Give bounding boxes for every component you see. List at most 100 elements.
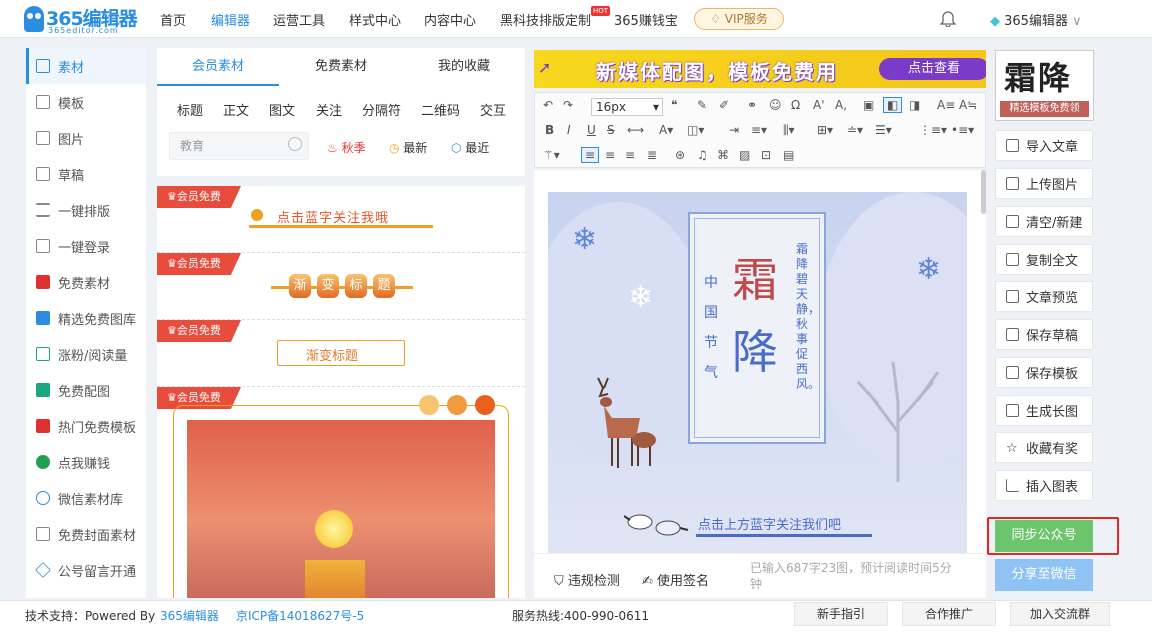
nav-editor[interactable]: 编辑器 [211,10,250,29]
align-right-icon[interactable]: ≡ [625,148,635,162]
copy-all-button[interactable]: 复制全文 [995,244,1093,275]
logo[interactable]: 365编辑器 365editor.com [24,4,138,35]
share-wechat-button[interactable]: 分享至微信 [995,559,1093,591]
icp-link[interactable]: 京ICP备14018627号-5 [236,607,364,624]
import-article-button[interactable]: 导入文章 [995,130,1093,161]
font-size-select[interactable]: 16px ▾ [591,98,663,116]
letter-spacing-icon[interactable]: ⫼▾ [783,123,795,138]
font-grow-icon[interactable]: A' [813,98,825,112]
insert-chart-button[interactable]: 插入图表 [995,470,1093,501]
sidebar-item-comments[interactable]: 公号留言开通 [26,552,146,588]
float-left-icon[interactable]: ◧ [883,97,903,113]
sidebar-item-templates[interactable]: 模板 [26,84,146,120]
long-image-button[interactable]: 生成长图 [995,395,1093,426]
eraser-icon[interactable]: ✐ [719,98,729,112]
save-template-button[interactable]: 保存模板 [995,357,1093,388]
italic-icon[interactable]: I [567,123,571,137]
tab-member-materials[interactable]: 会员素材 [157,48,279,86]
sidebar-item-covers[interactable]: 免费封面素材 [26,516,146,552]
category-qrcode[interactable]: 二维码 [421,100,460,119]
vip-button[interactable]: ♢ VIP服务 [694,8,784,30]
chip-autumn[interactable]: ♨ 秋季 [327,139,366,156]
category-interactive[interactable]: 交互 [480,100,506,119]
nav-home[interactable]: 首页 [160,10,186,29]
special-char-icon[interactable]: Ω [791,98,800,112]
editor-scrollbar[interactable] [981,170,986,214]
insert-image-icon[interactable]: ▨ [739,148,750,162]
bell-icon[interactable] [940,9,956,27]
join-group-button[interactable]: 加入交流群 [1010,602,1110,626]
list-item[interactable]: ♛会员免费 渐 变 标 题 [157,253,525,320]
preview-button[interactable]: 文章预览 [995,281,1093,312]
promo-banner[interactable]: ➚ 新媒体配图，模板免费用 点击查看 [534,50,986,88]
tab-free-materials[interactable]: 免费素材 [280,48,402,86]
ordered-list-icon[interactable]: ⋮≡▾ [919,123,947,137]
bold-icon[interactable]: B [545,123,554,137]
magic-wand-icon[interactable]: ⚚▾ [543,148,560,162]
chip-recent[interactable]: ⬡ 最近 [451,139,489,156]
music-icon[interactable]: ♫ [697,148,708,162]
align-menu-icon[interactable]: ☰▾ [875,123,892,137]
float-right-icon[interactable]: ◨ [909,98,920,112]
translate-icon[interactable]: A≡ [937,98,955,112]
map-icon[interactable]: ⌘ [717,148,729,162]
signature-button[interactable]: ✍ 使用签名 [642,570,709,589]
quote-icon[interactable]: ❝ [671,98,677,112]
category-body[interactable]: 正文 [223,100,249,119]
format-brush-icon[interactable]: ✎ [697,98,707,112]
nav-styles[interactable]: 样式中心 [349,10,401,29]
sidebar-item-drafts[interactable]: 草稿 [26,156,146,192]
link-icon[interactable]: ⚭ [747,98,757,112]
undo-icon[interactable]: ↶ [543,98,553,112]
sidebar-item-hot-templates[interactable]: 热门免费模板 [26,408,146,444]
align-left-icon[interactable]: ≡ [581,147,600,163]
sidebar-item-free-materials[interactable]: 免费素材 [26,264,146,300]
redo-icon[interactable]: ↷ [563,98,573,112]
line-height-icon[interactable]: ≡▾ [751,123,767,137]
font-shrink-icon[interactable]: A, [835,98,847,112]
chip-newest[interactable]: ◷ 最新 [389,139,427,156]
sidebar-item-gallery[interactable]: 精选免费图库 [26,300,146,336]
sidebar-item-materials[interactable]: 素材 [26,48,146,84]
border-icon[interactable]: ◫▾ [687,123,704,137]
guide-button[interactable]: 新手指引 [794,602,888,626]
nav-tools[interactable]: 运营工具 [273,10,325,29]
sidebar-item-fans[interactable]: 涨粉/阅读量 [26,336,146,372]
sidebar-item-wechat[interactable]: 微信素材库 [26,480,146,516]
save-draft-button[interactable]: 保存草稿 [995,319,1093,350]
tab-favorites[interactable]: 我的收藏 [403,48,525,86]
strikethrough-icon[interactable]: S [607,123,615,137]
nav-custom[interactable]: 黑科技排版定制 [500,10,591,29]
sidebar-item-autolayout[interactable]: 一键排版 [26,192,146,228]
justify-icon[interactable]: ≣ [647,148,657,162]
table-icon[interactable]: ⊞▾ [817,123,833,137]
support-link[interactable]: 365编辑器 [160,607,219,624]
list-item[interactable]: ♛会员免费 [157,387,525,598]
category-divider[interactable]: 分隔符 [362,100,401,119]
sidebar-item-earn[interactable]: 点我赚钱 [26,444,146,480]
list-item[interactable]: ♛会员免费 点击蓝字关注我哦 [157,186,525,253]
upload-image-button[interactable]: 上传图片 [995,168,1093,199]
category-title[interactable]: 标题 [177,100,203,119]
horizontal-rule-icon[interactable]: ⟷ [627,123,644,137]
sidebar-item-images[interactable]: 图片 [26,120,146,156]
unordered-list-icon[interactable]: •≡▾ [951,123,974,137]
align-center-icon[interactable]: ≡ [605,148,615,162]
sidebar-item-free-pictures[interactable]: 免费配图 [26,372,146,408]
category-follow[interactable]: 关注 [316,100,342,119]
emoji-icon[interactable]: ☺ [769,98,782,112]
paste-icon[interactable]: ▣ [863,98,874,112]
underline-icon[interactable]: U [587,123,596,137]
user-menu[interactable]: ◆ 365编辑器 ∨ [990,10,1082,29]
category-image-text[interactable]: 图文 [269,100,295,119]
paragraph-spacing-icon[interactable]: ≐▾ [847,123,863,137]
check-button[interactable]: ⛉ 违规检测 [554,570,620,589]
nav-earn[interactable]: 365赚钱宝 [614,10,678,29]
favorite-reward-button[interactable]: ☆ 收藏有奖 [995,432,1093,463]
sidebar-item-login[interactable]: 一键登录 [26,228,146,264]
banner-button[interactable]: 点击查看 [879,58,986,80]
nav-content[interactable]: 内容中心 [424,10,476,29]
font-toggle-icon[interactable]: A≒ [959,98,977,112]
partner-button[interactable]: 合作推广 [902,602,996,626]
material-search-input[interactable]: 教育 [169,132,309,160]
